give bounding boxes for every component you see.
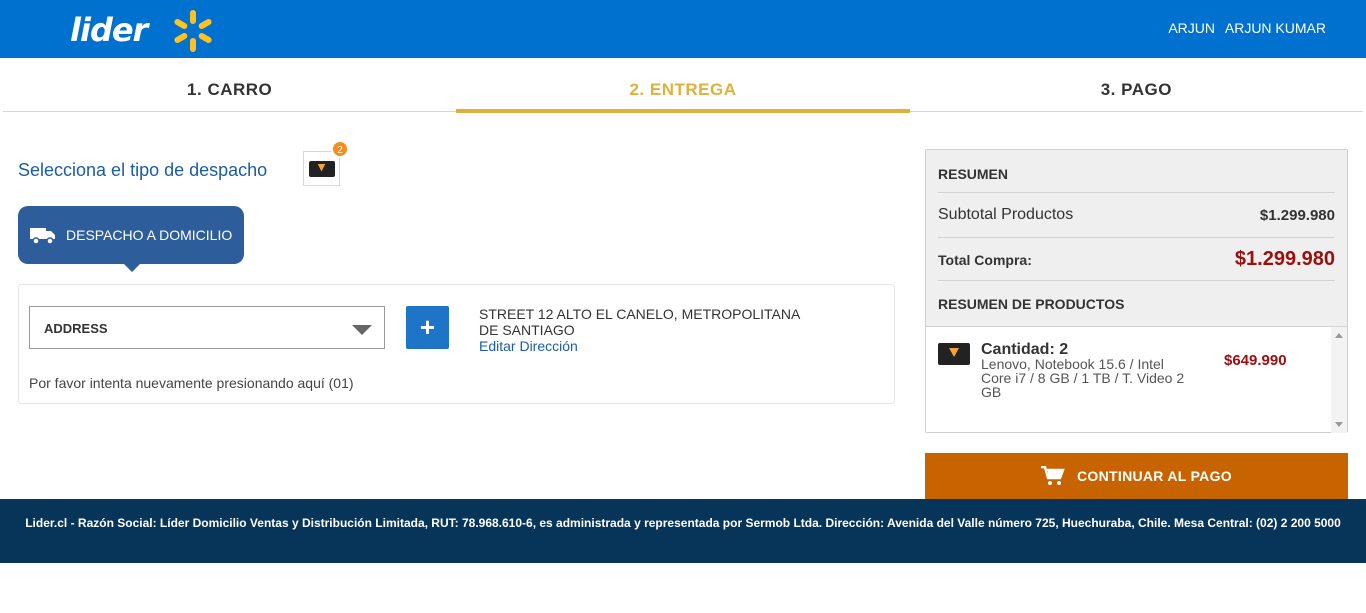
user-menu[interactable]: ARJUN ARJUN KUMAR [1162,20,1326,36]
chevron-down-icon [352,325,372,335]
address-panel: ADDRESS + STREET 12 ALTO EL CANELO, METR… [18,284,895,404]
subtotal-value: $1.299.980 [1259,206,1335,224]
subtotal-row: Subtotal Productos $1.299.980 [938,206,1335,224]
address-select-value: ADDRESS [44,321,108,336]
scroll-up-icon[interactable] [1335,333,1343,338]
total-label: Total Compra: [938,251,1032,268]
summary-title: RESUMEN [938,166,1009,182]
edit-address-link[interactable]: Editar Dirección [479,338,578,354]
divider [938,280,1335,281]
address-select[interactable]: ADDRESS [29,306,385,349]
home-delivery-button[interactable]: DESPACHO A DOMICILIO [18,206,244,272]
cart-count-badge: 2 [331,140,349,158]
divider [938,237,1335,238]
total-row: Total Compra: $1.299.980 [938,248,1335,271]
subtotal-label: Subtotal Productos [938,206,1074,223]
user-first-name: ARJUN [1168,20,1215,36]
footer-legal-text: Lider.cl - Razón Social: Líder Domicilio… [25,516,1341,530]
scroll-down-icon[interactable] [1335,422,1343,427]
cart-icon [1041,466,1065,485]
user-full-name: ARJUN KUMAR [1224,20,1326,36]
step-carro[interactable]: 1. CARRO [3,58,456,111]
divider [938,192,1335,193]
add-address-button[interactable]: + [406,306,449,349]
checkout-steps: 1. CARRO 2. ENTREGA 3. PAGO [3,58,1363,113]
order-summary: RESUMEN Subtotal Productos $1.299.980 To… [925,149,1348,433]
top-header: lider ARJUN ARJUN KUMAR [0,0,1366,58]
footer: Lider.cl - Razón Social: Líder Domicilio… [0,499,1366,563]
continue-to-payment-button[interactable]: CONTINUAR AL PAGO [925,453,1348,499]
address-text: STREET 12 ALTO EL CANELO, METROPOLITANA … [479,306,800,338]
delivery-type-title: Selecciona el tipo de despacho [18,160,268,180]
product-price: $649.990 [1224,352,1287,369]
products-list[interactable]: Cantidad: 2 Lenovo, Notebook 15.6 / Inte… [926,326,1347,433]
continue-label: CONTINUAR AL PAGO [1077,468,1232,484]
lider-logo[interactable]: lider [70,8,212,52]
products-scrollbar[interactable] [1331,327,1347,433]
home-delivery-label: DESPACHO A DOMICILIO [66,227,233,243]
products-summary-title: RESUMEN DE PRODUCTOS [938,296,1125,312]
total-value: $1.299.980 [1234,248,1335,270]
step-pago[interactable]: 3. PAGO [910,58,1363,111]
product-thumbnail [938,343,970,365]
step-entrega[interactable]: 2. ENTREGA [456,58,910,113]
logo-text: lider [70,11,148,49]
spark-icon [174,10,212,52]
retry-message[interactable]: Por favor intenta nuevamente presionando… [29,375,354,391]
product-description: Lenovo, Notebook 15.6 / Intel Core i7 / … [981,356,1185,400]
truck-icon [30,228,55,245]
laptop-icon [308,160,335,177]
